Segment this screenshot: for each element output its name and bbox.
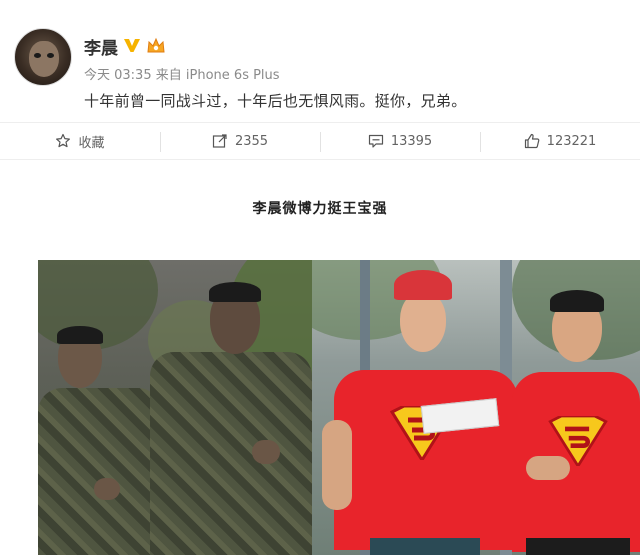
- man-left-arm: [322, 420, 352, 510]
- member-level-icon[interactable]: [146, 36, 166, 54]
- avatar-face: [29, 41, 59, 77]
- red-cap: [394, 270, 452, 300]
- post-meta: 今天 03:35 来自 iPhone 6s Plus: [84, 64, 280, 83]
- comment-count: 13395: [390, 133, 433, 149]
- man-right-hair: [550, 290, 604, 312]
- man-left-head: [400, 292, 446, 352]
- post-header: 李晨 今天 03:35 来自 iPhone 6s Plus 十年前曾一同战斗过，…: [0, 0, 640, 118]
- device-source[interactable]: iPhone 6s Plus: [186, 68, 280, 83]
- comment-icon: [368, 134, 383, 148]
- image-caption: 李晨微博力挺王宝强: [252, 201, 388, 217]
- like-button[interactable]: 123221: [480, 123, 640, 159]
- post-time[interactable]: 今天 03:35: [84, 68, 152, 83]
- soldier-right-body: [150, 352, 312, 555]
- action-bar: 收藏 2355 13395 123221: [0, 122, 640, 160]
- comment-button[interactable]: 13395: [320, 123, 480, 159]
- man-right-arm: [526, 456, 570, 480]
- soldiers-photo[interactable]: [38, 260, 312, 555]
- man-right-pants: [526, 538, 630, 555]
- soldier-right-fist: [252, 440, 280, 464]
- favorite-button[interactable]: 收藏: [0, 123, 160, 159]
- man-left-pants: [370, 538, 480, 555]
- star-icon: [56, 133, 71, 148]
- source-prefix: 来自: [155, 68, 182, 83]
- thumbs-up-icon: [524, 133, 540, 149]
- avatar-eye: [34, 53, 41, 58]
- soldier-left-body: [38, 388, 162, 555]
- avatar[interactable]: [14, 28, 72, 86]
- man-left-shirt: [334, 370, 518, 550]
- avatar-eye: [47, 53, 54, 58]
- superman-shirts-photo[interactable]: [312, 260, 640, 555]
- repost-icon: [212, 134, 227, 148]
- soldier-left-fist: [94, 478, 120, 500]
- soldier-right-hair: [209, 282, 261, 302]
- username[interactable]: 李晨: [84, 34, 118, 59]
- verified-icon: [124, 39, 140, 52]
- favorite-label: 收藏: [78, 135, 105, 151]
- post-text: 十年前曾一同战斗过，十年后也无惧风雨。挺你，兄弟。: [84, 92, 467, 110]
- soldier-left-hair: [57, 326, 103, 344]
- repost-button[interactable]: 2355: [160, 123, 320, 159]
- like-count: 123221: [546, 133, 597, 149]
- repost-count: 2355: [234, 133, 269, 149]
